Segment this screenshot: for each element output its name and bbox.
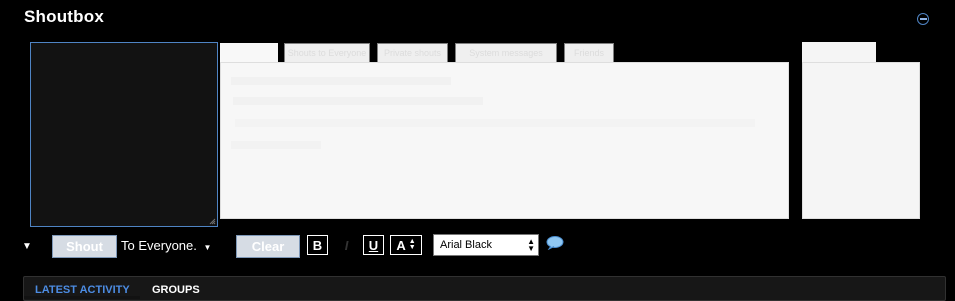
tab-everyone[interactable]: Shouts to Everyone (284, 43, 370, 63)
tab-groups[interactable]: Groups (152, 284, 200, 296)
speech-bubble-icon[interactable] (546, 236, 564, 250)
online-users-tab[interactable] (802, 42, 876, 64)
italic-button[interactable]: I (336, 235, 357, 255)
collapse-icon[interactable] (917, 13, 929, 25)
font-color-button[interactable]: A ▲ ▼ (390, 235, 422, 255)
shout-input[interactable] (30, 42, 218, 227)
recipient-dropdown[interactable]: To Everyone. ▼ (121, 238, 211, 253)
shoutbox-title: Shoutbox (24, 7, 104, 26)
online-users-panel (802, 62, 920, 219)
tab-system[interactable]: System messages (455, 43, 557, 63)
underline-button[interactable]: U (363, 235, 384, 255)
chevron-down-icon: ▼ (203, 243, 212, 252)
options-toggle-icon[interactable]: ▼ (22, 241, 32, 252)
chevron-updown-icon: ▲ ▼ (408, 238, 416, 251)
tab-system-label: System messages (469, 48, 543, 58)
shout-button[interactable]: Shout (52, 235, 117, 258)
tab-friends[interactable]: Friends (564, 43, 614, 63)
tab-private[interactable]: Private shouts (377, 43, 448, 63)
font-family-select[interactable]: Arial Black ▲ ▼ (433, 234, 539, 256)
shout-messages-panel (220, 62, 789, 219)
select-arrows-icon: ▲ ▼ (527, 237, 535, 253)
tab-latest-activity[interactable]: Latest Activity (35, 284, 130, 296)
resize-grip-icon[interactable] (209, 218, 216, 225)
font-family-value: Arial Black (440, 239, 492, 251)
tab-private-label: Private shouts (383, 48, 442, 58)
font-color-label: A (396, 237, 406, 253)
tab-everyone-label: Shouts to Everyone (287, 48, 367, 58)
recipient-label: To Everyone. (121, 238, 197, 253)
clear-button[interactable]: Clear (236, 235, 300, 258)
tab-all[interactable] (220, 43, 278, 64)
bold-button[interactable]: B (307, 235, 328, 255)
tab-friends-label: Friends (573, 48, 604, 58)
